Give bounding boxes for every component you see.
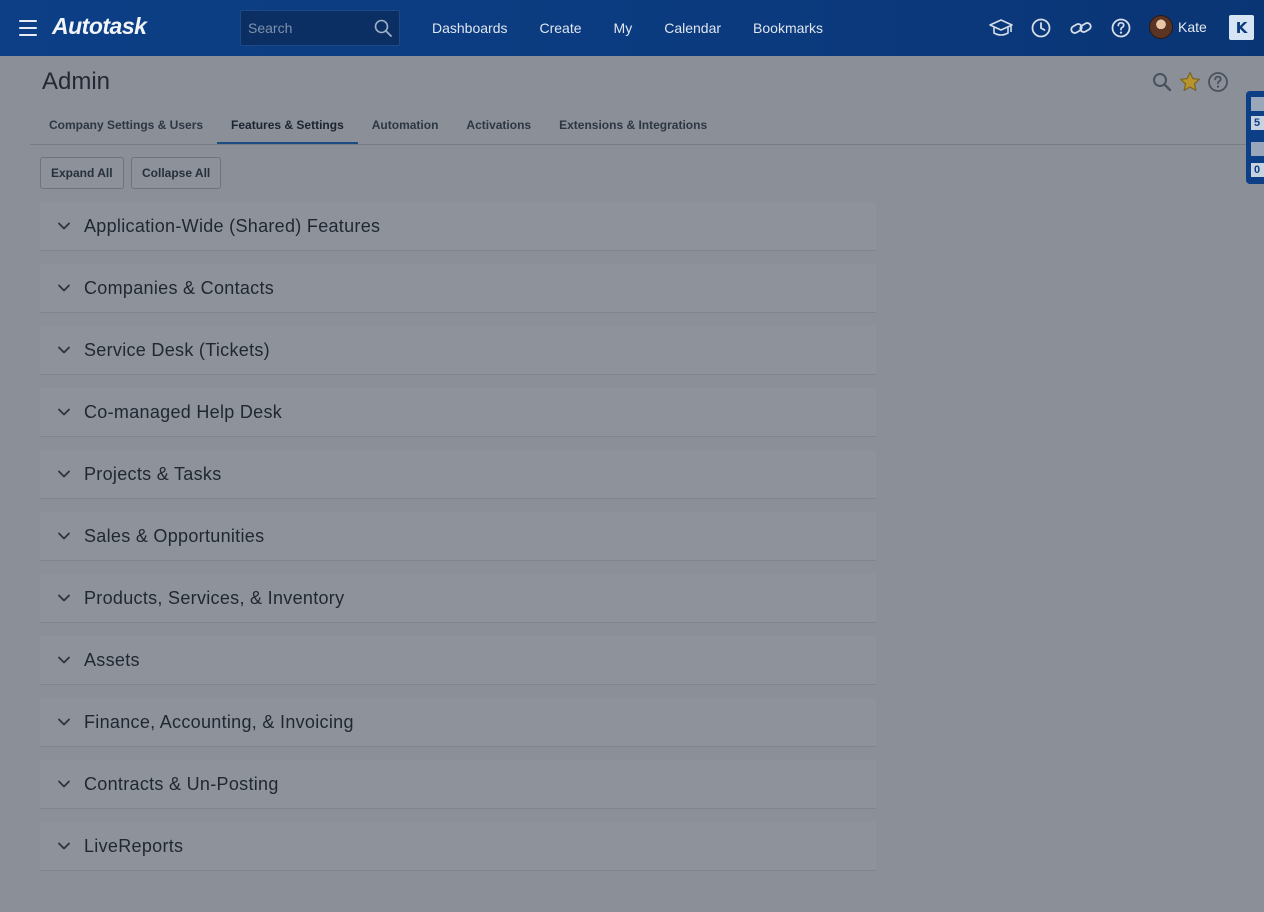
tab-divider bbox=[30, 144, 1264, 145]
side-widget[interactable]: 5 0 bbox=[1246, 91, 1264, 184]
chevron-down-icon bbox=[58, 346, 70, 354]
section-label: Application-Wide (Shared) Features bbox=[84, 216, 381, 236]
menu-icon[interactable] bbox=[18, 18, 38, 38]
chevron-down-icon bbox=[58, 780, 70, 788]
nav-dashboards[interactable]: Dashboards bbox=[416, 20, 524, 36]
chevron-down-icon bbox=[58, 594, 70, 602]
header-icon-group bbox=[988, 14, 1148, 42]
chevron-down-icon bbox=[58, 842, 70, 850]
section-label: Finance, Accounting, & Invoicing bbox=[84, 712, 354, 732]
section-label: Assets bbox=[84, 650, 140, 670]
top-navigation-bar: Autotask Dashboards Create My Calendar B… bbox=[0, 0, 1264, 56]
section-co-managed-help-desk[interactable]: Co-managed Help Desk bbox=[40, 388, 876, 437]
main-nav: Dashboards Create My Calendar Bookmarks bbox=[416, 0, 839, 56]
section-projects-tasks[interactable]: Projects & Tasks bbox=[40, 450, 876, 499]
side-count-2: 0 bbox=[1251, 163, 1264, 177]
tab-automation[interactable]: Automation bbox=[358, 105, 453, 145]
side-count-1: 5 bbox=[1251, 116, 1264, 130]
section-assets[interactable]: Assets bbox=[40, 636, 876, 685]
search-input[interactable] bbox=[241, 11, 371, 45]
expand-all-button[interactable]: Expand All bbox=[40, 157, 124, 189]
section-label: Co-managed Help Desk bbox=[84, 402, 283, 422]
nav-calendar[interactable]: Calendar bbox=[648, 20, 737, 36]
nav-my[interactable]: My bbox=[598, 20, 649, 36]
section-label: Projects & Tasks bbox=[84, 464, 222, 484]
user-name[interactable]: Kate bbox=[1178, 19, 1207, 35]
global-search bbox=[240, 10, 400, 46]
search-icon[interactable] bbox=[373, 18, 393, 38]
nav-bookmarks[interactable]: Bookmarks bbox=[737, 20, 839, 36]
collapse-all-button[interactable]: Collapse All bbox=[131, 157, 222, 189]
section-label: Contracts & Un-Posting bbox=[84, 774, 279, 794]
settings-sections: Application-Wide (Shared) Features Compa… bbox=[40, 202, 876, 884]
clock-icon[interactable] bbox=[1028, 15, 1054, 41]
section-sales-opportunities[interactable]: Sales & Opportunities bbox=[40, 512, 876, 561]
chevron-down-icon bbox=[58, 656, 70, 664]
section-label: Companies & Contacts bbox=[84, 278, 275, 298]
section-application-wide-features[interactable]: Application-Wide (Shared) Features bbox=[40, 202, 876, 251]
section-finance-accounting-invoicing[interactable]: Finance, Accounting, & Invoicing bbox=[40, 698, 876, 747]
help-icon[interactable] bbox=[1206, 70, 1230, 94]
section-label: Products, Services, & Inventory bbox=[84, 588, 345, 608]
avatar[interactable] bbox=[1149, 15, 1173, 39]
chevron-down-icon bbox=[58, 470, 70, 478]
section-service-desk[interactable]: Service Desk (Tickets) bbox=[40, 326, 876, 375]
section-label: Service Desk (Tickets) bbox=[84, 340, 270, 360]
section-companies-contacts[interactable]: Companies & Contacts bbox=[40, 264, 876, 313]
nav-create[interactable]: Create bbox=[524, 20, 598, 36]
star-icon[interactable] bbox=[1178, 70, 1202, 94]
chevron-down-icon bbox=[58, 222, 70, 230]
section-label: Sales & Opportunities bbox=[84, 526, 265, 546]
kaseya-badge[interactable]: K bbox=[1229, 15, 1254, 40]
page-title: Admin bbox=[42, 68, 111, 95]
chevron-down-icon bbox=[58, 532, 70, 540]
tab-activations[interactable]: Activations bbox=[452, 105, 545, 145]
section-livereports[interactable]: LiveReports bbox=[40, 822, 876, 871]
chevron-down-icon bbox=[58, 718, 70, 726]
page-title-icons bbox=[1150, 70, 1234, 94]
chevron-down-icon bbox=[58, 408, 70, 416]
tab-company-settings-users[interactable]: Company Settings & Users bbox=[35, 105, 217, 145]
section-label: LiveReports bbox=[84, 836, 184, 856]
tab-extensions-integrations[interactable]: Extensions & Integrations bbox=[545, 105, 721, 145]
help-icon[interactable] bbox=[1108, 15, 1134, 41]
section-products-services-inventory[interactable]: Products, Services, & Inventory bbox=[40, 574, 876, 623]
admin-tabs: Company Settings & Users Features & Sett… bbox=[35, 105, 721, 145]
tab-features-settings[interactable]: Features & Settings bbox=[217, 105, 358, 145]
graduation-cap-icon[interactable] bbox=[988, 15, 1014, 41]
document-icon[interactable] bbox=[1251, 97, 1264, 111]
section-contracts-un-posting[interactable]: Contracts & Un-Posting bbox=[40, 760, 876, 809]
chevron-down-icon bbox=[58, 284, 70, 292]
link-icon[interactable] bbox=[1068, 15, 1094, 41]
search-icon[interactable] bbox=[1150, 70, 1174, 94]
clipboard-icon[interactable] bbox=[1251, 142, 1264, 156]
autotask-logo[interactable]: Autotask bbox=[52, 13, 147, 40]
